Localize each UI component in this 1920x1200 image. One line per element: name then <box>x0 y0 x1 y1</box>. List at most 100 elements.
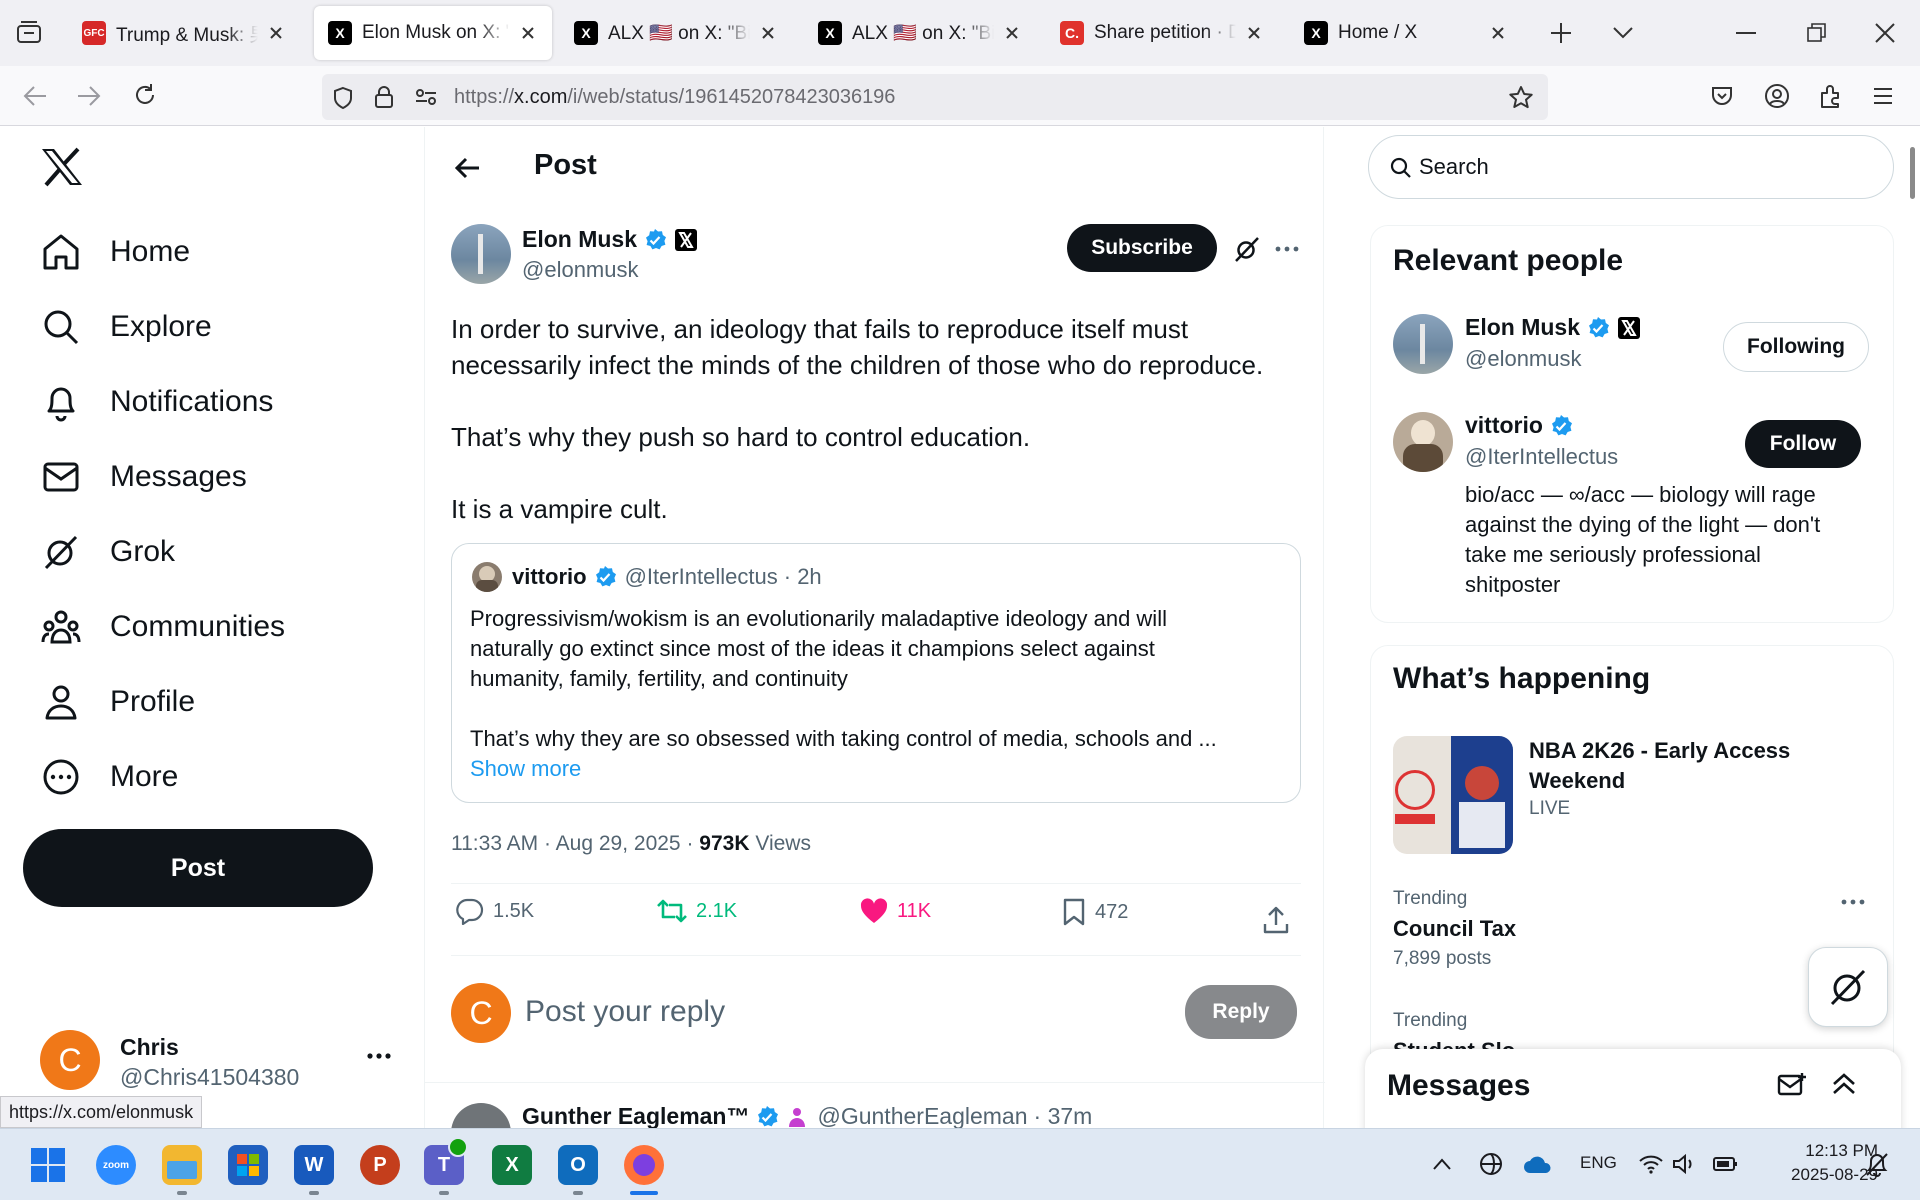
sidebar-item-more[interactable]: More <box>40 749 178 805</box>
browser-tab-2[interactable]: X Elon Musk on X: "In <box>314 6 552 60</box>
search-input[interactable]: Search <box>1368 135 1894 199</box>
reply-author-avatar[interactable] <box>451 1103 511 1128</box>
browser-tab-3[interactable]: X ALX 🇺🇸 on X: "Big Be <box>560 6 792 60</box>
sidebar-item-home[interactable]: Home <box>40 224 190 280</box>
bookmark-star-icon[interactable] <box>1508 85 1534 109</box>
reply-button[interactable]: Reply <box>1185 985 1297 1039</box>
sidebar-item-label: Home <box>110 235 191 268</box>
outlook-icon[interactable]: O <box>558 1145 598 1185</box>
new-message-icon[interactable] <box>1777 1071 1807 1099</box>
store-icon[interactable] <box>228 1145 268 1185</box>
event-thumbnail[interactable] <box>1393 736 1513 854</box>
sidebar-item-explore[interactable]: Explore <box>40 299 212 355</box>
share-icon[interactable] <box>1261 905 1291 935</box>
person-name-row[interactable]: vittorio <box>1465 412 1573 439</box>
reply-author-row[interactable]: Gunther Eagleman™ @GuntherEagleman · 37m <box>522 1103 1092 1128</box>
subscribe-button[interactable]: Subscribe <box>1067 224 1217 272</box>
clock[interactable]: 12:13 PM 2025-08-29 <box>1762 1139 1878 1187</box>
lock-icon[interactable] <box>374 85 394 109</box>
pocket-icon[interactable] <box>1710 84 1734 108</box>
x-logo-icon[interactable] <box>40 147 84 187</box>
zoom-icon[interactable]: zoom <box>96 1145 136 1185</box>
firefox-icon[interactable] <box>624 1145 664 1185</box>
account-icon[interactable] <box>1764 83 1790 109</box>
browser-tab-6[interactable]: X Home / X <box>1290 6 1522 60</box>
sidebar-item-communities[interactable]: Communities <box>40 599 285 655</box>
forward-arrow-icon[interactable] <box>76 84 102 108</box>
excel-icon[interactable]: X <box>492 1145 532 1185</box>
permissions-icon[interactable] <box>414 87 438 107</box>
speaker-icon[interactable] <box>1672 1153 1696 1175</box>
more-options-icon[interactable] <box>1275 245 1299 253</box>
word-icon[interactable]: W <box>294 1145 334 1185</box>
person-avatar[interactable] <box>1393 314 1453 374</box>
address-bar[interactable]: https://x.com/i/web/status/1961452078423… <box>322 74 1548 120</box>
restore-icon[interactable] <box>1806 22 1828 44</box>
back-arrow-icon[interactable] <box>453 156 481 180</box>
page-scrollbar[interactable] <box>1910 147 1915 199</box>
grok-icon <box>1830 969 1866 1006</box>
tab-overview-icon[interactable] <box>16 20 42 44</box>
follow-button[interactable]: Follow <box>1745 420 1861 468</box>
input-language[interactable]: ENG <box>1580 1153 1617 1173</box>
trend-item[interactable]: Trending Council Tax 7,899 posts <box>1393 880 1873 976</box>
minimize-icon[interactable] <box>1736 32 1756 36</box>
account-more-icon[interactable] <box>366 1052 392 1060</box>
account-switcher[interactable]: C Chris @Chris41504380 <box>40 1030 410 1094</box>
shield-icon[interactable] <box>332 86 354 110</box>
close-icon[interactable] <box>758 23 778 43</box>
repost-count-button[interactable]: 2.1K <box>656 897 737 925</box>
quoted-tweet-card[interactable]: vittorio @IterIntellectus · 2h Progressi… <box>451 543 1301 803</box>
sidebar-item-grok[interactable]: Grok <box>40 524 175 580</box>
url-text[interactable]: https://x.com/i/web/status/1961452078423… <box>454 86 895 109</box>
messages-drawer[interactable]: Messages <box>1365 1049 1901 1128</box>
expand-chevron-icon[interactable] <box>1831 1071 1857 1097</box>
trend-more-icon[interactable] <box>1841 898 1865 906</box>
bookmark-count-button[interactable]: 472 <box>1061 897 1128 927</box>
battery-icon[interactable] <box>1712 1153 1740 1175</box>
powerpoint-icon[interactable]: P <box>360 1145 400 1185</box>
close-icon[interactable] <box>266 23 286 43</box>
new-tab-icon[interactable] <box>1548 20 1574 46</box>
tray-chevron-up-icon[interactable] <box>1432 1157 1452 1171</box>
grok-icon[interactable] <box>1233 235 1261 263</box>
browser-tab-4[interactable]: X ALX 🇺🇸 on X: "Big Be <box>804 6 1036 60</box>
author-name-row[interactable]: Elon Musk <box>522 226 698 253</box>
browser-tab-5[interactable]: C. Share petition · Dep <box>1046 6 1278 60</box>
notification-bell-icon[interactable] <box>1864 1151 1890 1177</box>
sidebar-item-notifications[interactable]: Notifications <box>40 374 273 430</box>
start-icon[interactable] <box>28 1145 68 1185</box>
show-more-link[interactable]: Show more <box>470 754 1290 784</box>
following-button[interactable]: Following <box>1723 322 1869 372</box>
sidebar-item-messages[interactable]: Messages <box>40 449 247 505</box>
close-icon[interactable] <box>1488 23 1508 43</box>
file-explorer-icon[interactable] <box>162 1145 202 1185</box>
person-avatar[interactable] <box>1393 412 1453 472</box>
reply-input[interactable]: Post your reply <box>525 995 725 1029</box>
onedrive-cloud-icon[interactable] <box>1522 1153 1554 1175</box>
person-name-row[interactable]: Elon Musk <box>1465 314 1641 341</box>
author-handle[interactable]: @elonmusk <box>522 257 639 283</box>
reply-count-button[interactable]: 1.5K <box>455 897 534 925</box>
wifi-icon[interactable] <box>1638 1153 1664 1175</box>
browser-tab-1[interactable]: GFC Trump & Musk: 男 <box>68 6 300 60</box>
like-count-button[interactable]: 11K <box>859 897 931 925</box>
sidebar-item-profile[interactable]: Profile <box>40 674 195 730</box>
tab-list-chevron-icon[interactable] <box>1610 22 1636 42</box>
event-title[interactable]: NBA 2K26 - Early Access Weekend <box>1529 736 1790 796</box>
hamburger-menu-icon[interactable] <box>1872 86 1894 106</box>
grok-floating-button[interactable] <box>1808 947 1888 1027</box>
post-button[interactable]: Post <box>23 829 373 907</box>
url-path: /i/web/status/1961452078423036196 <box>567 86 896 108</box>
teams-icon[interactable]: T <box>424 1137 468 1185</box>
close-icon[interactable] <box>518 23 538 43</box>
extensions-icon[interactable] <box>1818 83 1844 109</box>
reload-icon[interactable] <box>132 82 158 108</box>
author-avatar[interactable] <box>451 224 511 284</box>
vpn-globe-icon[interactable] <box>1478 1151 1504 1177</box>
back-arrow-icon[interactable] <box>22 84 48 108</box>
window-close-icon[interactable] <box>1874 22 1896 44</box>
tweet-time[interactable]: 11:33 AM · Aug 29, 2025 · <box>451 832 699 855</box>
close-icon[interactable] <box>1244 23 1264 43</box>
close-icon[interactable] <box>1002 23 1022 43</box>
